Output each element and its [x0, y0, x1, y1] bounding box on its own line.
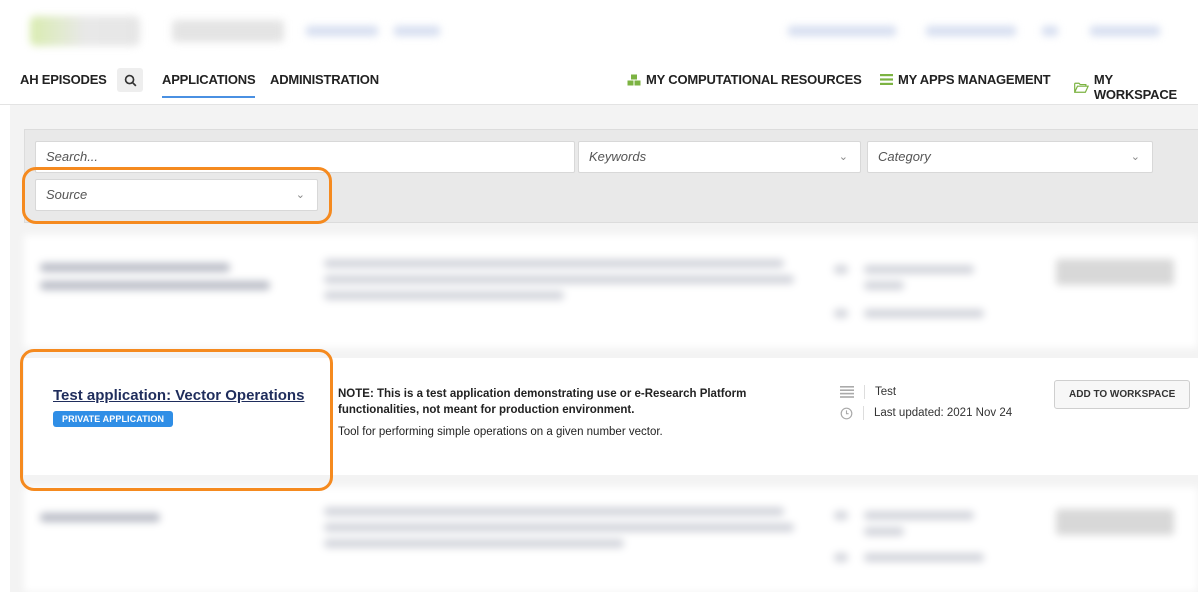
app-description: NOTE: This is a test application demonst… [338, 386, 808, 440]
logo [30, 16, 140, 46]
nav-workspace[interactable]: MY WORKSPACE [1074, 72, 1198, 102]
nav-administration[interactable]: ADMINISTRATION [270, 72, 379, 87]
app-category: Test [840, 385, 896, 399]
chevron-down-icon: ⌄ [1130, 151, 1140, 163]
source-select-label: Source [46, 187, 88, 202]
source-select[interactable]: Source ⌄ [35, 179, 318, 211]
blurred-header-link [1090, 26, 1160, 36]
app-updated-label: Last updated: 2021 Nov 24 [874, 407, 1013, 419]
app-card[interactable]: Test application: Vector Operations PRIV… [24, 358, 1198, 475]
blurred-app-card [24, 487, 1198, 592]
chevron-down-icon: ⌄ [838, 151, 848, 163]
cubes-icon [627, 74, 641, 85]
blurred-header-link [788, 26, 896, 36]
blurred-header-link [1042, 26, 1058, 36]
app-category-label: Test [875, 386, 897, 398]
filter-bar: Search... Keywords ⌄ Category ⌄ Source ⌄ [24, 129, 1198, 223]
keywords-select[interactable]: Keywords ⌄ [578, 141, 861, 173]
app-summary: Tool for performing simple operations on… [338, 426, 663, 438]
blurred-header-item [172, 20, 284, 42]
blurred-header-link [306, 26, 378, 36]
nav-computational-resources-label: MY COMPUTATIONAL RESOURCES [646, 72, 862, 87]
main-nav: AH EPISODES APPLICATIONS ADMINISTRATION … [0, 62, 1198, 105]
blurred-app-card [24, 235, 1198, 348]
chevron-down-icon: ⌄ [295, 189, 305, 201]
nav-applications[interactable]: APPLICATIONS [162, 72, 256, 98]
blurred-header-link [926, 26, 1016, 36]
category-select-label: Category [878, 149, 931, 164]
nav-computational-resources[interactable]: MY COMPUTATIONAL RESOURCES [627, 72, 862, 87]
clock-icon [840, 407, 853, 419]
app-title-link[interactable]: Test application: Vector Operations [53, 387, 304, 404]
nav-workspace-label: MY WORKSPACE [1093, 72, 1177, 102]
top-header [0, 0, 1198, 62]
category-select[interactable]: Category ⌄ [867, 141, 1153, 173]
list-icon [840, 386, 854, 398]
search-icon[interactable] [117, 68, 143, 92]
list-icon [880, 74, 893, 85]
add-to-workspace-button[interactable]: ADD TO WORKSPACE [1054, 380, 1191, 409]
search-input[interactable]: Search... [35, 141, 575, 173]
app-note: NOTE: This is a test application demonst… [338, 388, 747, 416]
content-area: Search... Keywords ⌄ Category ⌄ Source ⌄… [10, 105, 1198, 592]
keywords-select-label: Keywords [589, 149, 647, 164]
nav-apps-management[interactable]: MY APPS MANAGEMENT [880, 72, 1051, 87]
private-application-badge: PRIVATE APPLICATION [53, 411, 174, 427]
app-updated: Last updated: 2021 Nov 24 [840, 406, 1012, 420]
blurred-header-link [394, 26, 440, 36]
nav-apps-management-label: MY APPS MANAGEMENT [898, 72, 1051, 87]
folder-open-icon [1074, 82, 1089, 93]
nav-ah-episodes[interactable]: AH EPISODES [20, 72, 107, 87]
